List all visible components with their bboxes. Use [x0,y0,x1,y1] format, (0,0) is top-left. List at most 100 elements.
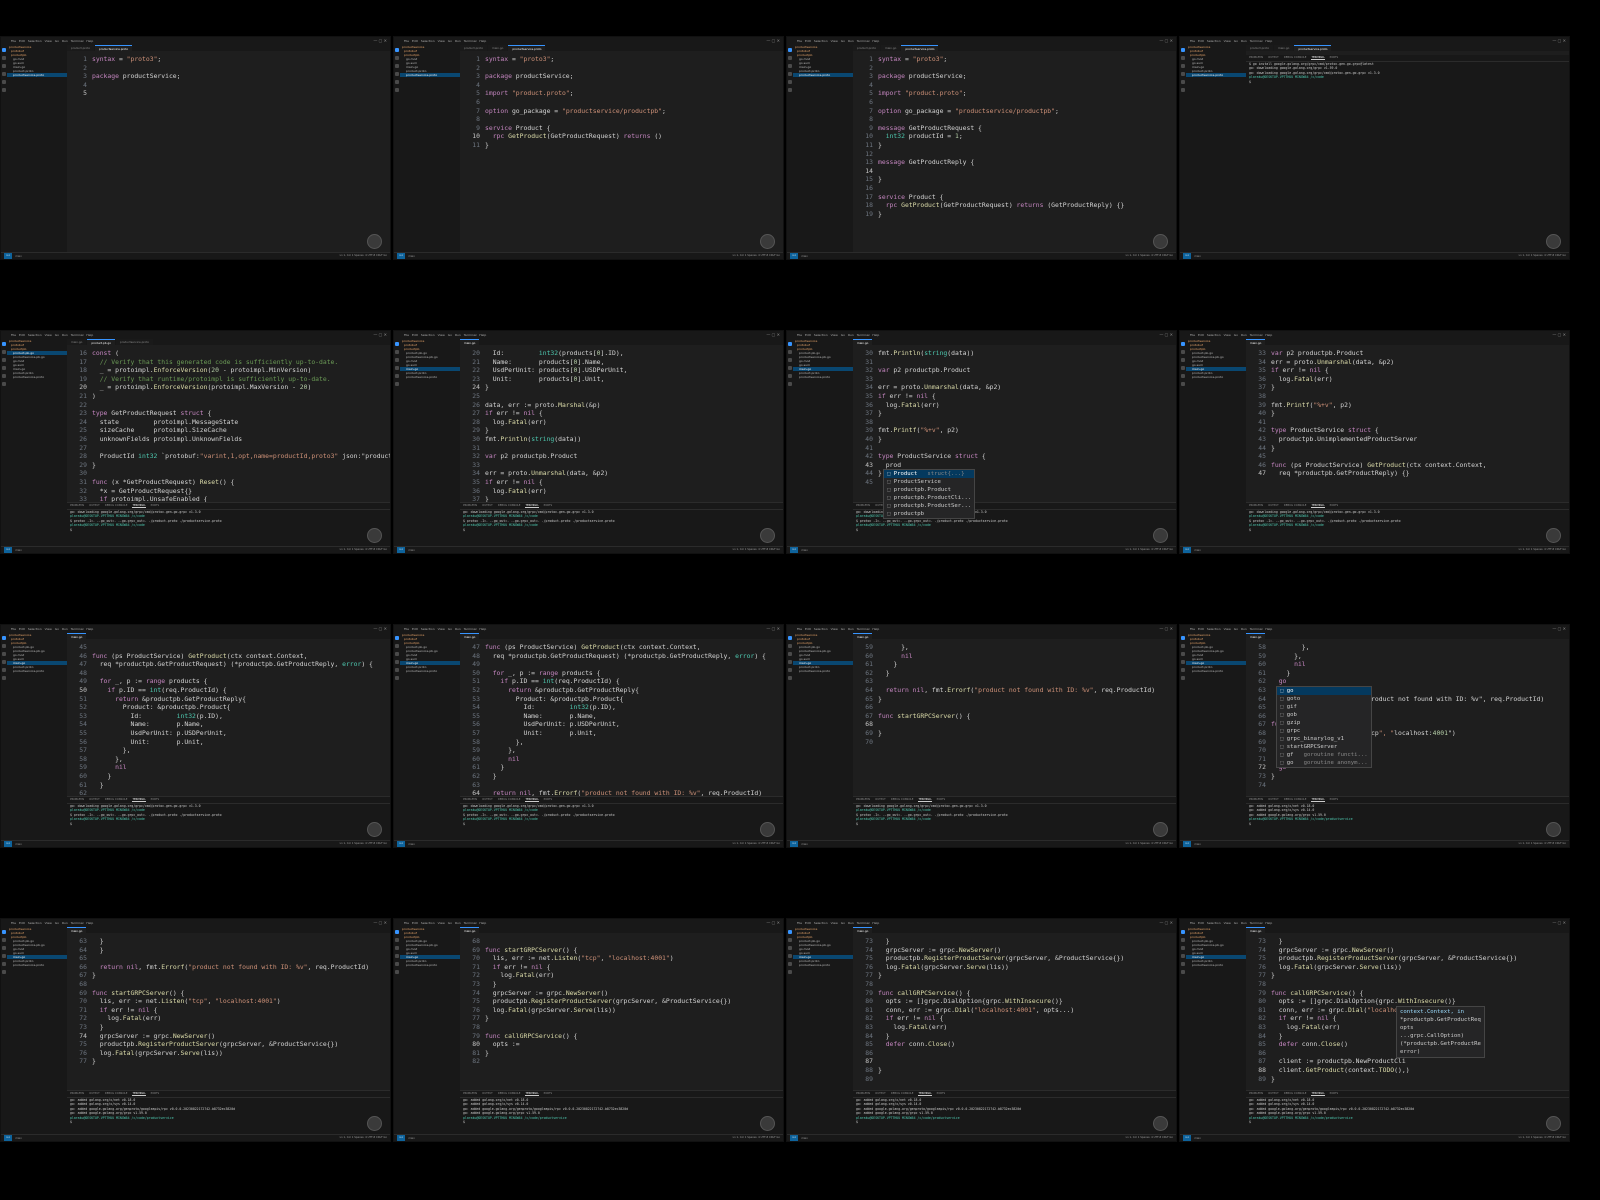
menu-item[interactable]: Run [62,39,68,43]
window-controls-icon[interactable]: — ▢ ✕ [373,332,387,337]
menu-item[interactable]: Run [1241,921,1247,925]
status-info[interactable]: Ln 1, Col 1 Spaces: 4 UTF-8 CRLF Go [1126,1135,1173,1141]
search-icon[interactable] [395,56,399,60]
source-control-icon[interactable] [788,946,792,950]
menu-item[interactable]: Go [1234,921,1238,925]
menu-item[interactable]: Terminal [71,333,84,337]
menu-item[interactable]: Help [1265,39,1272,43]
remote-indicator-icon[interactable]: >< [790,841,799,847]
panel-tab[interactable]: OUTPUT [89,798,100,802]
run-debug-icon[interactable] [395,660,399,664]
explorer-item[interactable]: productservice.proto [1186,669,1246,673]
menu-item[interactable]: Selection [28,921,42,925]
menu-item[interactable]: Run [848,627,854,631]
remote-indicator-icon[interactable]: >< [4,841,13,847]
status-branch[interactable]: main [408,255,414,258]
extensions-icon[interactable] [2,668,6,672]
menu-item[interactable]: Run [848,39,854,43]
status-info[interactable]: Ln 1, Col 1 Spaces: 4 UTF-8 CRLF Go [1126,253,1173,259]
panel-tab[interactable]: DEBUG CONSOLE [1284,1092,1307,1096]
menu-item[interactable]: View [1224,39,1231,43]
panel-tab[interactable]: TERMINAL [132,1092,146,1096]
editor-tab[interactable]: product.proto [1246,45,1274,51]
status-branch[interactable]: main [1194,549,1200,552]
source-control-icon[interactable] [395,64,399,68]
remote-icon[interactable] [395,382,399,386]
editor-tab[interactable]: main.go [67,339,87,345]
menu-item[interactable]: View [45,921,52,925]
status-info[interactable]: Ln 1, Col 1 Spaces: 4 UTF-8 CRLF Go [1126,547,1173,553]
menu-item[interactable]: Run [455,921,461,925]
explorer-item[interactable]: productservice.proto [400,963,460,967]
panel-tab[interactable]: PORTS [151,1092,159,1096]
menu-item[interactable]: Go [841,627,845,631]
menu-item[interactable]: Selection [28,627,42,631]
panel-tab[interactable]: PROBLEMS [70,504,84,508]
panel-tab[interactable]: PORTS [1330,1092,1338,1096]
source-control-icon[interactable] [788,64,792,68]
menu-item[interactable]: Terminal [857,333,870,337]
menu-item[interactable]: File [11,627,16,631]
terminal-panel[interactable]: PROBLEMS OUTPUT DEBUG CONSOLE TERMINAL PORTS… [1246,55,1569,253]
status-branch[interactable]: main [408,549,414,552]
menu-item[interactable]: Selection [1207,333,1221,337]
autocomplete-item[interactable]: ⬚ grpc [1277,727,1371,735]
editor-tab[interactable]: main.go [460,633,480,639]
panel-tab[interactable]: PORTS [544,1092,552,1096]
menu-item[interactable]: Terminal [857,39,870,43]
panel-tab[interactable]: PORTS [937,1092,945,1096]
source-control-icon[interactable] [395,946,399,950]
status-info[interactable]: Ln 1, Col 1 Spaces: 4 UTF-8 CRLF Go [1519,547,1566,553]
menu-item[interactable]: File [11,333,16,337]
source-control-icon[interactable] [1181,946,1185,950]
window-controls-icon[interactable]: — ▢ ✕ [1159,920,1173,925]
panel-tab[interactable]: OUTPUT [1268,1092,1279,1096]
menu-item[interactable]: Terminal [857,921,870,925]
status-info[interactable]: Ln 1, Col 1 Spaces: 4 UTF-8 CRLF Go [733,1135,780,1141]
menu-item[interactable]: Terminal [1250,627,1263,631]
terminal-panel[interactable]: PROBLEMS OUTPUT DEBUG CONSOLE TERMINAL PORTS… [853,796,1176,841]
terminal-panel[interactable]: PROBLEMS OUTPUT DEBUG CONSOLE TERMINAL PORTS… [1246,502,1569,547]
menu-item[interactable]: Go [55,921,59,925]
window-controls-icon[interactable]: — ▢ ✕ [766,626,780,631]
menu-item[interactable]: Run [1241,39,1247,43]
extensions-icon[interactable] [1181,962,1185,966]
search-icon[interactable] [1181,56,1185,60]
status-branch[interactable]: main [15,255,21,258]
menu-item[interactable]: View [1224,627,1231,631]
panel-tab[interactable]: OUTPUT [89,504,100,508]
menu-item[interactable]: Edit [805,627,811,631]
editor-tab[interactable]: product.proto [460,45,488,51]
status-info[interactable]: Ln 1, Col 1 Spaces: 4 UTF-8 CRLF Go [340,547,387,553]
menu-item[interactable]: Help [479,627,486,631]
remote-indicator-icon[interactable]: >< [790,253,799,259]
menu-item[interactable]: Go [55,333,59,337]
panel-tab[interactable]: PORTS [1330,56,1338,60]
autocomplete-item[interactable]: ⬚ gf goroutine functi... [1277,751,1371,759]
remote-icon[interactable] [395,676,399,680]
panel-tab[interactable]: TERMINAL [1311,798,1325,802]
menu-item[interactable]: Edit [1198,627,1204,631]
status-branch[interactable]: main [15,843,21,846]
source-control-icon[interactable] [395,358,399,362]
window-controls-icon[interactable]: — ▢ ✕ [373,38,387,43]
explorer-icon[interactable] [395,342,399,346]
explorer-item[interactable]: productservice.proto [1186,963,1246,967]
terminal-panel[interactable]: PROBLEMS OUTPUT DEBUG CONSOLE TERMINAL PORTS… [460,1090,783,1135]
window-controls-icon[interactable]: — ▢ ✕ [1159,332,1173,337]
remote-indicator-icon[interactable]: >< [397,1135,406,1141]
panel-tab[interactable]: DEBUG CONSOLE [498,1092,521,1096]
menu-item[interactable]: Edit [19,333,25,337]
remote-indicator-icon[interactable]: >< [1183,547,1192,553]
code-editor[interactable]: 20 Id: int32(products[0].ID), 21 Name: pr… [460,349,783,503]
editor-tab[interactable]: product.proto [67,45,95,51]
panel-tab[interactable]: PORTS [151,504,159,508]
menu-item[interactable]: Terminal [464,921,477,925]
terminal-panel[interactable]: PROBLEMS OUTPUT DEBUG CONSOLE TERMINAL PORTS… [853,1090,1176,1135]
window-controls-icon[interactable]: — ▢ ✕ [1159,38,1173,43]
status-info[interactable]: Ln 1, Col 1 Spaces: 4 UTF-8 CRLF Go [1519,253,1566,259]
status-info[interactable]: Ln 1, Col 1 Spaces: 4 UTF-8 CRLF Go [733,547,780,553]
panel-tab[interactable]: OUTPUT [482,504,493,508]
editor-tab[interactable]: product.pb.go [87,339,115,345]
menu-item[interactable]: Selection [814,39,828,43]
